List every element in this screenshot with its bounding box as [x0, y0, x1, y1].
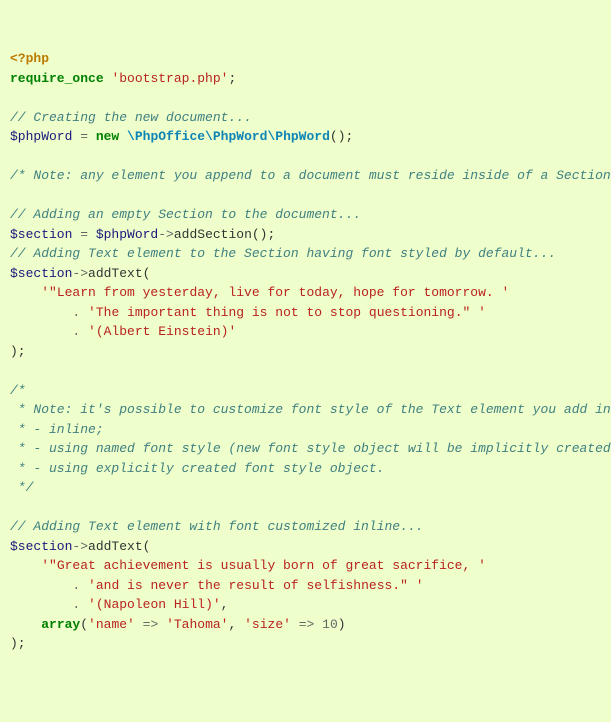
- comment: /* Note: any element you append to a doc…: [10, 168, 611, 183]
- variable: $section: [10, 266, 72, 281]
- string: 'Tahoma': [166, 617, 228, 632]
- string: 'bootstrap.php': [111, 71, 228, 86]
- class-name: \PhpOffice\PhpWord\PhpWord: [127, 129, 330, 144]
- comment: */: [10, 480, 33, 495]
- comment: /*: [10, 383, 26, 398]
- keyword-array: array: [41, 617, 80, 632]
- php-open-tag: <?php: [10, 51, 49, 66]
- string: '"Learn from yesterday, live for today, …: [41, 285, 509, 300]
- code-block: <?php require_once 'bootstrap.php'; // C…: [10, 49, 601, 654]
- variable: $phpWord: [10, 129, 72, 144]
- variable: $section: [10, 227, 72, 242]
- comment: // Adding an empty Section to the docume…: [10, 207, 361, 222]
- string: 'name': [88, 617, 135, 632]
- comment: // Adding Text element with font customi…: [10, 519, 423, 534]
- comment: * Note: it's possible to customize font …: [10, 402, 611, 417]
- string: '(Napoleon Hill)': [88, 597, 221, 612]
- string: '(Albert Einstein)': [88, 324, 236, 339]
- string: 'and is never the result of selfishness.…: [88, 578, 423, 593]
- string: '"Great achievement is usually born of g…: [41, 558, 486, 573]
- method-call: addText: [88, 266, 143, 281]
- comment: * - using explicitly created font style …: [10, 461, 384, 476]
- method-call: addText: [88, 539, 143, 554]
- comment: // Creating the new document...: [10, 110, 252, 125]
- keyword-new: new: [96, 129, 119, 144]
- comment: * - using named font style (new font sty…: [10, 441, 611, 456]
- number: 10: [322, 617, 338, 632]
- variable: $section: [10, 539, 72, 554]
- comment: * - inline;: [10, 422, 104, 437]
- keyword-require: require_once: [10, 71, 104, 86]
- comment: // Adding Text element to the Section ha…: [10, 246, 556, 261]
- string: 'size': [244, 617, 291, 632]
- string: 'The important thing is not to stop ques…: [88, 305, 486, 320]
- variable: $phpWord: [96, 227, 158, 242]
- method-call: addSection: [174, 227, 252, 242]
